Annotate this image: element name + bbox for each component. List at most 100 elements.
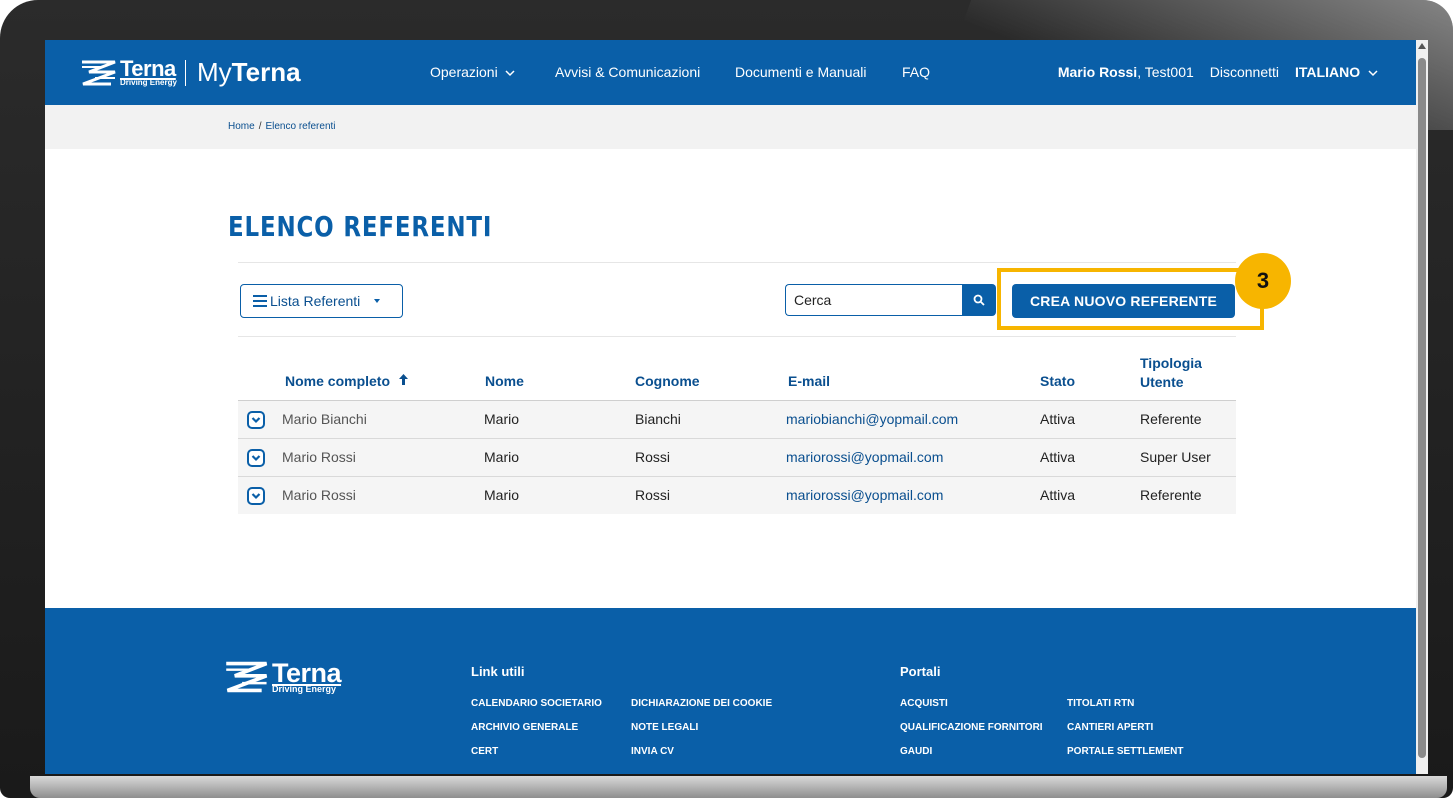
user-code: , Test001 xyxy=(1137,64,1194,80)
nav-documenti[interactable]: Documenti e Manuali xyxy=(735,64,867,80)
footer-link[interactable]: PORTALE SETTLEMENT xyxy=(1067,746,1183,757)
browser-viewport: Terna Driving Energy MyTerna Operazioni … xyxy=(45,40,1428,774)
breadcrumb: Home / Elenco referenti xyxy=(228,121,336,132)
cell-last-name: Rossi xyxy=(635,487,671,503)
footer-heading-link-utili: Link utili xyxy=(471,664,525,679)
table-row: Mario Rossi Mario Rossi mariorossi@yopma… xyxy=(238,438,1236,476)
column-header-email[interactable]: E-mail xyxy=(788,373,830,389)
search-input[interactable] xyxy=(785,284,962,316)
footer-link[interactable]: INVIA CV xyxy=(631,746,674,757)
footer-link[interactable]: CERT xyxy=(471,746,498,757)
view-selector-dropdown[interactable]: Lista Referenti xyxy=(240,284,403,318)
vertical-scrollbar[interactable] xyxy=(1416,40,1428,774)
cell-user-type: Referente xyxy=(1140,411,1202,427)
cell-full-name: Mario Rossi xyxy=(282,449,356,465)
footer-link[interactable]: CANTIERI APERTI xyxy=(1067,722,1153,733)
user-identity[interactable]: Mario Rossi, Test001 xyxy=(1058,64,1194,80)
app-prefix: My xyxy=(197,57,232,87)
myterna-logo[interactable]: MyTerna xyxy=(197,57,301,88)
terna-logo[interactable]: Terna Driving Energy xyxy=(81,58,177,87)
cell-status: Attiva xyxy=(1040,487,1076,503)
top-navigation-bar: Terna Driving Energy MyTerna Operazioni … xyxy=(45,40,1428,105)
table-row: Mario Bianchi Mario Bianchi mariobianchi… xyxy=(238,400,1236,438)
search-box xyxy=(785,284,996,316)
divider xyxy=(238,336,1236,337)
footer-link[interactable]: ARCHIVIO GENERALE xyxy=(471,722,578,733)
footer-link[interactable]: QUALIFICAZIONE FORNITORI xyxy=(900,722,1043,733)
cell-status: Attiva xyxy=(1040,411,1076,427)
step-number-badge: 3 xyxy=(1235,253,1291,309)
column-header-user-type[interactable]: Tipologia Utente xyxy=(1140,354,1202,392)
cell-first-name: Mario xyxy=(484,449,520,465)
divider xyxy=(238,262,1236,263)
column-header-status[interactable]: Stato xyxy=(1040,373,1075,389)
expand-row-button[interactable] xyxy=(247,411,265,429)
cell-email[interactable]: mariorossi@yopmail.com xyxy=(786,449,943,465)
footer-link[interactable]: ACQUISTI xyxy=(900,698,948,709)
cell-user-type: Super User xyxy=(1140,449,1211,465)
breadcrumb-separator: / xyxy=(258,121,262,132)
view-selector-label: Lista Referenti xyxy=(270,293,361,309)
chevron-down-icon xyxy=(251,417,261,424)
footer-link[interactable]: DICHIARAZIONE DEI COOKIE xyxy=(631,698,772,709)
column-header-first-name[interactable]: Nome xyxy=(485,373,524,389)
cell-first-name: Mario xyxy=(484,411,520,427)
footer: Terna Driving Energy Link utili CALENDAR… xyxy=(45,608,1428,774)
search-button[interactable] xyxy=(962,284,996,316)
language-label: ITALIANO xyxy=(1295,64,1361,80)
nav-faq[interactable]: FAQ xyxy=(902,64,930,80)
brand-tagline: Driving Energy xyxy=(120,78,177,87)
search-icon xyxy=(973,294,985,306)
chevron-down-icon xyxy=(1368,70,1378,77)
create-referent-button[interactable]: CREA NUOVO REFERENTE xyxy=(1012,284,1235,318)
cell-last-name: Rossi xyxy=(635,449,671,465)
footer-brand-tagline: Driving Energy xyxy=(272,684,337,694)
logout-link[interactable]: Disconnetti xyxy=(1210,64,1279,80)
terna-logo-icon xyxy=(226,661,268,693)
cell-user-type: Referente xyxy=(1140,487,1202,503)
footer-heading-portali: Portali xyxy=(900,664,941,679)
caret-down-icon xyxy=(374,299,381,303)
user-area: Mario Rossi, Test001 Disconnetti ITALIAN… xyxy=(1058,64,1378,80)
column-header-user-type-line1: Tipologia xyxy=(1140,355,1202,371)
cell-status: Attiva xyxy=(1040,449,1076,465)
nav-avvisi[interactable]: Avvisi & Comunicazioni xyxy=(555,64,700,80)
terna-logo-icon xyxy=(82,60,116,85)
footer-logo[interactable]: Terna Driving Energy xyxy=(225,660,342,694)
expand-row-button[interactable] xyxy=(247,487,265,505)
expand-row-button[interactable] xyxy=(247,449,265,467)
chevron-down-icon xyxy=(251,455,261,462)
logo-divider xyxy=(185,60,186,86)
table-row: Mario Rossi Mario Rossi mariorossi@yopma… xyxy=(238,476,1236,514)
cell-full-name: Mario Bianchi xyxy=(282,411,367,427)
footer-link[interactable]: CALENDARIO SOCIETARIO xyxy=(471,698,602,709)
page-title: ELENCO REFERENTI xyxy=(228,210,493,243)
column-header-full-name[interactable]: Nome completo xyxy=(285,373,409,389)
column-header-user-type-line2: Utente xyxy=(1140,374,1184,390)
cell-first-name: Mario xyxy=(484,487,520,503)
language-selector[interactable]: ITALIANO xyxy=(1295,64,1378,80)
column-header-full-name-label: Nome completo xyxy=(285,373,391,389)
chevron-down-icon xyxy=(251,493,261,500)
breadcrumb-home[interactable]: Home xyxy=(228,121,255,132)
app-name: Terna xyxy=(231,57,301,87)
user-name: Mario Rossi xyxy=(1057,64,1138,80)
footer-link[interactable]: GAUDI xyxy=(900,746,932,757)
cell-email[interactable]: mariobianchi@yopmail.com xyxy=(786,411,958,427)
column-header-last-name[interactable]: Cognome xyxy=(635,373,700,389)
cell-last-name: Bianchi xyxy=(635,411,681,427)
scroll-up-arrow-icon[interactable] xyxy=(1418,43,1426,49)
sort-arrow-up-icon xyxy=(398,374,408,385)
scrollbar-thumb[interactable] xyxy=(1418,58,1426,758)
list-icon xyxy=(253,295,267,307)
breadcrumb-bar: Home / Elenco referenti xyxy=(45,105,1428,149)
cell-full-name: Mario Rossi xyxy=(282,487,356,503)
chevron-down-icon xyxy=(505,70,515,77)
nav-operazioni-label: Operazioni xyxy=(430,64,498,80)
device-bottom-edge xyxy=(30,776,1447,798)
footer-link[interactable]: NOTE LEGALI xyxy=(631,722,698,733)
cell-email[interactable]: mariorossi@yopmail.com xyxy=(786,487,943,503)
nav-operazioni[interactable]: Operazioni xyxy=(430,64,515,80)
breadcrumb-current[interactable]: Elenco referenti xyxy=(265,121,335,132)
footer-link[interactable]: TITOLATI RTN xyxy=(1067,698,1134,709)
